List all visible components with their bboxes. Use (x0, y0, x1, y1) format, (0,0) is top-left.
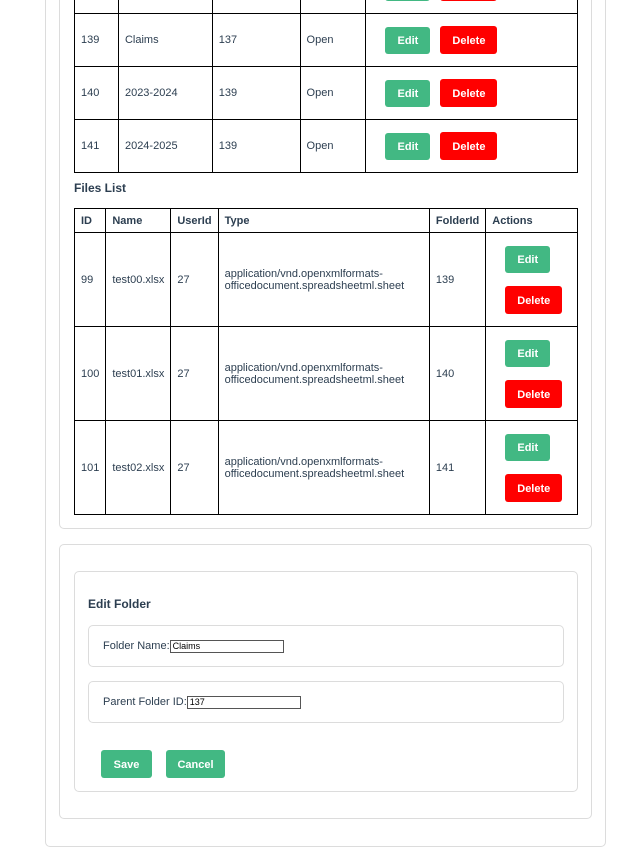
delete-folder-button[interactable]: Delete (440, 26, 498, 54)
edit-folder-button[interactable]: Edit (385, 27, 431, 54)
edit-file-button[interactable]: Edit (505, 433, 551, 461)
column-header-id: ID (73, 208, 107, 233)
file-userid-cell: 27 (170, 420, 219, 515)
file-name-cell: test02.xlsx (105, 420, 172, 515)
column-header-userid: UserId (170, 208, 219, 233)
cancel-button[interactable]: Cancel (166, 750, 225, 778)
column-header-folderid: FolderId (428, 208, 487, 233)
folder-id-cell: 141 (74, 119, 119, 173)
file-folderid-cell: 141 (428, 420, 487, 515)
delete-folder-button[interactable]: Delete (440, 79, 498, 107)
file-id-cell: 99 (73, 232, 107, 327)
folder-status-cell (299, 0, 367, 14)
folder-actions-cell: Edit Delete (365, 66, 578, 120)
folder-name-cell (117, 0, 213, 14)
folder-status-cell: Open (299, 119, 367, 173)
table-header-row: ID Name UserId Type FolderId Actions (73, 208, 578, 233)
save-button[interactable]: Save (101, 750, 152, 778)
file-userid-cell: 27 (170, 326, 219, 421)
folder-parent-cell: 139 (211, 119, 301, 173)
table-row: 101 test02.xlsx 27 application/vnd.openx… (73, 420, 578, 515)
folder-name-cell: 2024-2025 (117, 119, 213, 173)
files-table: ID Name UserId Type FolderId Actions 99 … (73, 208, 578, 515)
table-row: Edit Delete (74, 0, 578, 14)
column-header-name: Name (105, 208, 172, 233)
delete-folder-button[interactable]: Delete (440, 132, 498, 160)
file-id-cell: 101 (73, 420, 107, 515)
delete-file-button[interactable]: Delete (505, 473, 563, 502)
parent-folder-id-group: Parent Folder ID: (88, 681, 564, 723)
folder-name-group: Folder Name: (88, 625, 564, 667)
file-folderid-cell: 139 (428, 232, 487, 327)
folder-name-cell: Claims (117, 13, 213, 67)
files-list-title: Files List (74, 181, 127, 195)
folder-id-cell (74, 0, 119, 14)
file-type-cell: application/vnd.openxmlformats-officedoc… (217, 326, 430, 421)
table-row: 140 2023-2024 139 Open Edit Delete (74, 66, 578, 120)
file-type-cell: application/vnd.openxmlformats-officedoc… (217, 232, 430, 327)
edit-file-button[interactable]: Edit (505, 339, 551, 367)
column-header-actions: Actions (485, 208, 578, 233)
file-id-cell: 100 (73, 326, 107, 421)
file-actions-cell: Edit Delete (485, 232, 578, 327)
folder-id-cell: 139 (74, 13, 119, 67)
file-actions-cell: Edit Delete (485, 420, 578, 515)
file-folderid-cell: 140 (428, 326, 487, 421)
folder-parent-cell (211, 0, 301, 14)
file-actions-cell: Edit Delete (485, 326, 578, 421)
column-header-type: Type (217, 208, 430, 233)
edit-folder-button[interactable]: Edit (385, 0, 431, 1)
table-row: 139 Claims 137 Open Edit Delete (74, 13, 578, 67)
folder-parent-cell: 137 (211, 13, 301, 67)
folder-status-cell: Open (299, 13, 367, 67)
folder-parent-cell: 139 (211, 66, 301, 120)
table-row: 99 test00.xlsx 27 application/vnd.openxm… (73, 232, 578, 327)
table-row: 141 2024-2025 139 Open Edit Delete (74, 119, 578, 173)
edit-file-button[interactable]: Edit (505, 245, 551, 273)
file-name-cell: test01.xlsx (105, 326, 172, 421)
folder-id-cell: 140 (74, 66, 119, 120)
parent-folder-id-label: Parent Folder ID: (103, 696, 187, 708)
folders-table: Edit Delete 139 Claims 137 Open Edit Delet… (74, 0, 578, 173)
delete-folder-button[interactable]: Delete (440, 0, 498, 1)
file-name-cell: test00.xlsx (105, 232, 172, 327)
folder-name-cell: 2023-2024 (117, 66, 213, 120)
file-userid-cell: 27 (170, 232, 219, 327)
folder-status-cell: Open (299, 66, 367, 120)
edit-folder-title: Edit Folder (88, 597, 151, 611)
folder-actions-cell: Edit Delete (365, 0, 578, 14)
folder-actions-cell: Edit Delete (365, 119, 578, 173)
folder-name-label: Folder Name: (103, 640, 170, 652)
folder-actions-cell: Edit Delete (365, 13, 578, 67)
table-row: 100 test01.xlsx 27 application/vnd.openx… (73, 326, 578, 421)
parent-folder-id-input[interactable] (186, 695, 301, 709)
file-type-cell: application/vnd.openxmlformats-officedoc… (217, 420, 430, 515)
delete-file-button[interactable]: Delete (505, 285, 563, 314)
edit-folder-button[interactable]: Edit (385, 133, 431, 160)
folder-name-input[interactable] (169, 639, 284, 653)
delete-file-button[interactable]: Delete (505, 379, 563, 408)
edit-folder-button[interactable]: Edit (385, 80, 431, 107)
